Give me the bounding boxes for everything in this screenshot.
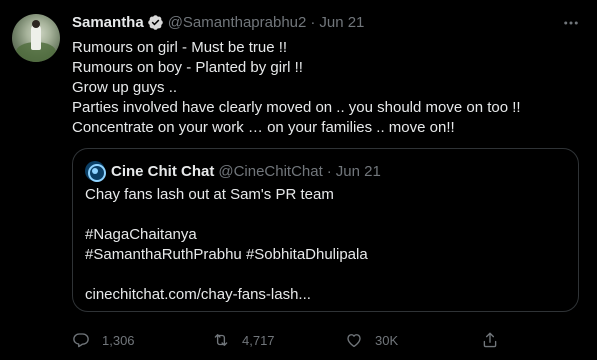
like-count: 30K [375,332,399,348]
tweet-text-line: Parties involved have clearly moved on .… [72,99,521,116]
quoted-tweet[interactable]: Cine Chit Chat @CineChitChat · Jun 21 Ch… [72,148,579,312]
reply-icon [73,333,89,348]
quoted-headline: Chay fans lash out at Sam's PR team [85,186,334,203]
tweet[interactable]: Samantha @Samanthaprabhu2 · Jun 21 Rumou… [0,0,597,360]
author-avatar[interactable] [12,14,60,62]
tweet-text-line: Rumours on boy - Planted by girl !! [72,59,303,76]
tweet-text-line: Concentrate on your work … on your famil… [72,119,455,136]
quoted-author-handle: @CineChitChat [218,162,323,180]
avatar-head [32,20,40,28]
tweet-text-line: Rumours on girl - Must be true !! [72,39,288,56]
author-name[interactable]: Samantha [72,14,144,31]
tweet-text-line: Grow up guys .. [72,79,178,96]
tweet-date[interactable]: Jun 21 [319,14,364,31]
reply-button[interactable]: 1,306 [72,328,135,352]
like-button[interactable]: 30K [345,328,398,352]
quoted-author-name: Cine Chit Chat [111,162,215,180]
verified-badge-icon [147,14,163,30]
share-icon [483,332,497,348]
quoted-link: cinechitchat.com/chay-fans-lash... [85,286,311,303]
quoted-tweet-date: Jun 21 [335,162,381,180]
reply-count: 1,306 [102,332,135,348]
more-options-icon[interactable] [562,14,580,32]
share-button[interactable] [481,328,499,352]
tweet-header: Samantha @Samanthaprabhu2 · Jun 21 [72,12,364,32]
header-separator: · [310,13,316,31]
quoted-tweet-header: Cine Chit Chat @CineChitChat · Jun 21 [85,161,381,182]
quoted-author-avatar [85,161,106,182]
retweet-count: 4,717 [242,332,275,348]
quoted-tweet-text: Chay fans lash out at Sam's PR team #Nag… [85,185,565,305]
tweet-actions: 1,306 4,717 30K [72,328,502,352]
quoted-header-separator: · [326,162,332,180]
retweet-icon [214,334,228,346]
quoted-hashtag-line: #SamanthaRuthPrabhu #SobhitaDhulipala [85,246,368,263]
retweet-button[interactable]: 4,717 [212,328,275,352]
like-icon [347,334,361,348]
author-handle[interactable]: @Samanthaprabhu2 [168,14,307,31]
quoted-hashtag-line: #NagaChaitanya [85,226,197,243]
tweet-text: Rumours on girl - Must be true !! Rumour… [72,38,582,138]
